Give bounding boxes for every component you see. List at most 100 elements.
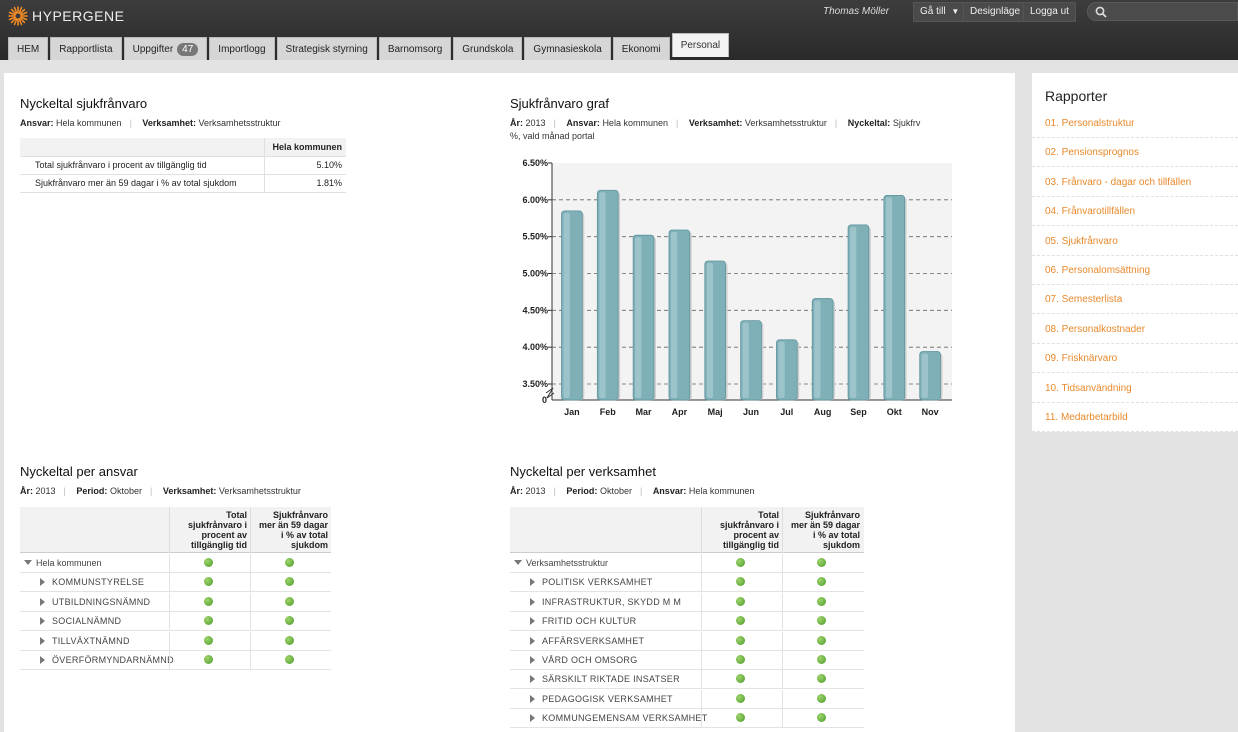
column-divider	[782, 709, 783, 729]
expand-arrow-icon[interactable]	[530, 578, 535, 587]
expand-arrow-icon[interactable]	[530, 675, 535, 684]
table-row[interactable]: KOMMUNGEMENSAM VERKSAMHET	[510, 709, 864, 729]
table-row[interactable]: PEDAGOGISK VERKSAMHET	[510, 689, 864, 709]
status-green-dot-icon	[736, 635, 745, 645]
report-link[interactable]: 03. Frånvaro - dagar och tillfällen	[1032, 168, 1238, 197]
grid-header: Total sjukfrånvaro i procent av tillgänglig…	[510, 507, 864, 553]
tab-hem[interactable]: HEM	[8, 37, 49, 60]
x-tick-label: Sep	[850, 407, 867, 417]
expand-arrow-icon[interactable]	[40, 636, 45, 645]
table-row[interactable]: FRITID OCH KULTUR	[510, 612, 864, 632]
column-divider	[782, 612, 783, 632]
table-row[interactable]: POLITISK VERKSAMHET	[510, 573, 864, 593]
status-green-dot-icon	[817, 596, 826, 606]
table-row[interactable]: INFRASTRUKTUR, SKYDD M M	[510, 592, 864, 612]
expanded-arrow-icon[interactable]	[514, 560, 522, 565]
row-label: UTBILDNINGSNÄMND	[52, 596, 151, 607]
meta-label: År:	[510, 486, 523, 496]
per-verksamhet-meta: År: 2013 | Period: Oktober | Ansvar: Hela …	[510, 486, 755, 496]
status-green-dot-icon	[817, 616, 826, 626]
column-divider	[782, 651, 783, 670]
expand-arrow-icon[interactable]	[530, 636, 535, 645]
kpi-row-value: 5.10%	[263, 156, 346, 175]
report-link[interactable]: 05. Sjukfrånvaro	[1032, 227, 1238, 256]
kpi-col-header: Hela kommunen	[263, 138, 346, 157]
row-label: KOMMUNSTYRELSE	[52, 577, 145, 588]
tab-barnomsorg[interactable]: Barnomsorg	[378, 37, 452, 60]
table-row[interactable]: Hela kommunen	[20, 554, 331, 573]
table-row[interactable]: SOCIALNÄMND	[20, 612, 331, 632]
row-label: INFRASTRUKTUR, SKYDD M M	[542, 596, 682, 607]
expand-arrow-icon[interactable]	[530, 656, 535, 664]
column-divider	[169, 573, 170, 593]
expand-arrow-icon[interactable]	[530, 694, 535, 703]
table-row[interactable]: VÅRD OCH OMSORG	[510, 651, 864, 670]
expand-arrow-icon[interactable]	[530, 714, 535, 723]
meta-label: Verksamhet:	[688, 118, 743, 128]
meta-value: Verksamhetsstruktur	[744, 118, 827, 128]
brand-logo[interactable]: HYPERGENE	[8, 6, 124, 26]
status-green-dot-icon	[285, 577, 294, 587]
report-link[interactable]: 10. Tidsanvändning	[1032, 374, 1238, 403]
column-divider	[701, 554, 702, 573]
logout-button[interactable]: Logga ut	[1023, 2, 1076, 22]
table-row[interactable]: SÄRSKILT RIKTADE INSATSER	[510, 670, 864, 690]
expand-arrow-icon[interactable]	[40, 578, 45, 587]
report-link[interactable]: 09. Frisknärvaro	[1032, 344, 1238, 374]
report-link[interactable]: 04. Frånvarotillfällen	[1032, 197, 1238, 227]
table-row[interactable]: AFFÄRSVERKSAMHET	[510, 631, 864, 651]
tab-ekonomi[interactable]: Ekonomi	[612, 37, 670, 60]
y-tick-label: 3.50%	[522, 379, 548, 389]
kpi-table: Hela kommunen Total sjukfrånvaro i proce…	[20, 138, 346, 193]
graph-meta-cont: %, vald månad portal	[510, 131, 595, 141]
x-tick-label: Jul	[780, 407, 793, 417]
grid-col-header: Total sjukfrånvaro i procent av tillgänglig…	[167, 510, 247, 550]
tab-personal[interactable]: Personal	[671, 33, 730, 57]
design-mode-button[interactable]: Designläge	[963, 2, 1028, 22]
tab-gymnasieskola[interactable]: Gymnasieskola	[524, 37, 611, 60]
search-input[interactable]	[1087, 2, 1238, 21]
expand-arrow-icon[interactable]	[40, 656, 45, 664]
tab-strategisk-styrning[interactable]: Strategisk styrning	[276, 37, 377, 60]
column-divider	[169, 612, 170, 632]
column-divider	[701, 689, 702, 709]
report-link[interactable]: 08. Personalkostnader	[1032, 315, 1238, 344]
column-divider	[169, 651, 170, 670]
status-green-dot-icon	[817, 558, 826, 567]
report-link[interactable]: 07. Semesterlista	[1032, 285, 1238, 315]
meta-value: Verksamhetsstruktur	[198, 118, 281, 128]
kpi-meta: Ansvar: Hela kommunen | Verksamhet: Verks…	[20, 118, 281, 128]
expand-arrow-icon[interactable]	[530, 617, 535, 626]
goto-menu-button[interactable]: Gå till ▼	[913, 2, 967, 22]
kpi-title: Nyckeltal sjukfrånvaro	[20, 96, 148, 111]
tab-label: Rapportlista	[59, 43, 113, 55]
row-label: PEDAGOGISK VERKSAMHET	[542, 693, 673, 704]
x-tick-label: Aug	[814, 407, 832, 417]
table-row[interactable]: Verksamhetsstruktur	[510, 554, 864, 573]
bar-highlight	[599, 192, 606, 398]
expanded-arrow-icon[interactable]	[24, 560, 32, 565]
report-link[interactable]: 11. Medarbetarbild	[1032, 403, 1238, 432]
y-tick-label: 4.00%	[522, 342, 548, 352]
tab-importlogg[interactable]: Importlogg	[209, 37, 275, 60]
expand-arrow-icon[interactable]	[40, 597, 45, 606]
table-row[interactable]: TILLVÄXTNÄMND	[20, 631, 331, 651]
table-row[interactable]: ÖVERFÖRMYNDARNÄMND	[20, 651, 331, 670]
tab-label: Barnomsorg	[387, 43, 443, 55]
report-link[interactable]: 02. Pensionsprognos	[1032, 138, 1238, 168]
tab-rapportlista[interactable]: Rapportlista	[50, 37, 122, 60]
tab-grundskola[interactable]: Grundskola	[453, 37, 523, 60]
meta-label: År:	[20, 486, 33, 496]
report-link[interactable]: 06. Personalomsättning	[1032, 256, 1238, 285]
bar-highlight	[850, 226, 857, 398]
expand-arrow-icon[interactable]	[40, 617, 45, 626]
user-name: Thomas Möller	[823, 6, 890, 17]
table-row[interactable]: UTBILDNINGSNÄMND	[20, 592, 331, 612]
header-line: sjukfrånvaro i	[719, 520, 779, 530]
meta-value: Oktober	[599, 486, 632, 496]
tab-uppgifter[interactable]: Uppgifter 47	[123, 37, 208, 60]
expand-arrow-icon[interactable]	[530, 597, 535, 606]
table-row[interactable]: KOMMUNSTYRELSE	[20, 573, 331, 593]
graph-title: Sjukfrånvaro graf	[510, 96, 609, 111]
report-link[interactable]: 01. Personalstruktur	[1032, 109, 1238, 138]
